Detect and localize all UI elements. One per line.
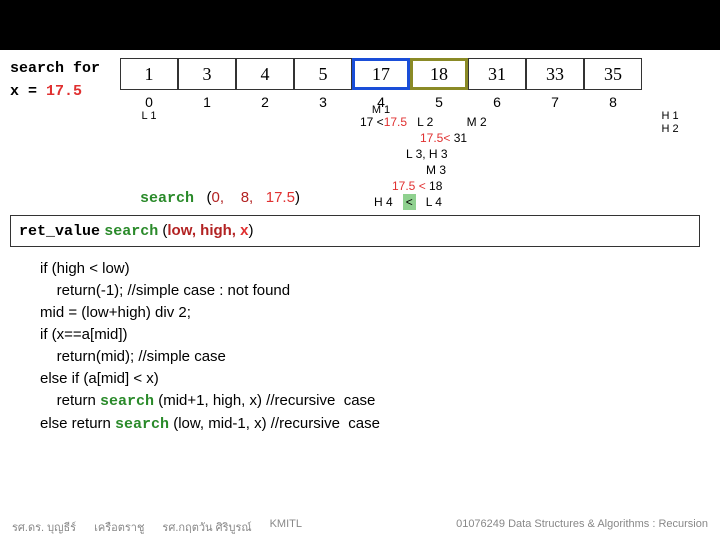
footer-b: เครือตราชู: [94, 518, 144, 536]
array-cell: 31: [468, 58, 526, 90]
cmp3-a: 17.5 <: [392, 179, 426, 193]
l3h3-label: L 3, H 3: [406, 147, 448, 161]
array-cell: 35: [584, 58, 642, 90]
code-l7a: return: [40, 392, 100, 409]
footer: รศ.ดร. บุญธีร์ เครือตราชู รศ.กฤตวัน ศิริ…: [0, 518, 720, 536]
search-for-label: search for: [10, 60, 110, 77]
h1-label: H 1: [640, 110, 700, 123]
m3-label: M 3: [426, 163, 446, 177]
search-for-block: search for x = 17.5: [10, 60, 110, 100]
code-l5: return(mid); //simple case: [40, 348, 226, 365]
l1-label: L 1: [120, 110, 178, 123]
code-l3: mid = (low+high) div 2;: [40, 304, 191, 321]
array-cell-highlight-blue: 17: [352, 58, 410, 90]
index: 6: [468, 94, 526, 110]
footer-e: 01076249 Data Structures & Algorithms : …: [456, 518, 708, 536]
ret-value-box: ret_value search (low, high, x): [10, 215, 700, 247]
comparison-lines: 17 <17.5 L 2 M 2 17.5< 31 L 3, H 3 M 3 1…: [360, 114, 590, 210]
code-l8a: else return: [40, 415, 115, 432]
array-cell-highlight-olive: 18: [410, 58, 468, 90]
code-block: if (high < low) return(-1); //simple cas…: [40, 258, 380, 436]
ret-high: high,: [200, 222, 236, 239]
cmp1-a: 17 <: [360, 115, 384, 129]
array-cell: 33: [526, 58, 584, 90]
arg-low: 0,: [212, 189, 225, 206]
footer-c: รศ.กฤตวัน ศิริบูรณ์: [162, 518, 251, 536]
array-cell: 3: [178, 58, 236, 90]
code-l2: return(-1); //simple case : not found: [40, 282, 290, 299]
cmp-line-3: 17.5 < 18: [360, 178, 590, 194]
index: 1: [178, 94, 236, 110]
ret-close: ): [249, 222, 254, 239]
arg-x: 17.5: [266, 189, 295, 206]
m3-line: M 3: [360, 162, 590, 178]
arg-high: 8,: [241, 189, 254, 206]
array-cell: 5: [294, 58, 352, 90]
top-black-bar: [0, 0, 720, 50]
ret-search-keyword: search: [104, 223, 158, 240]
x-value: 17.5: [46, 83, 82, 100]
ret-value-label: ret_value: [19, 223, 100, 240]
cmp-line-1: 17 <17.5 L 2 M 2: [360, 114, 590, 130]
index: 3: [294, 94, 352, 110]
code-l8b: (low, mid-1, x) //recursive case: [169, 415, 380, 432]
l4-label: L 4: [426, 195, 442, 209]
index: 5: [410, 94, 468, 110]
close-paren: ): [295, 189, 300, 206]
index: 7: [526, 94, 584, 110]
code-l8-kw: search: [115, 416, 169, 433]
array-cell: 4: [236, 58, 294, 90]
h4-label: H 4: [374, 195, 393, 209]
lt-highlight: <: [403, 194, 416, 210]
ret-low: low,: [167, 222, 196, 239]
ret-x: x: [240, 222, 248, 239]
footer-d: KMITL: [270, 518, 302, 536]
search-call-line: search (0, 8, 17.5): [140, 189, 300, 207]
cmp3-b: 18: [426, 179, 443, 193]
array-cell: 1: [120, 58, 178, 90]
index: 8: [584, 94, 642, 110]
code-l6: else if (a[mid] < x): [40, 370, 159, 387]
x-label: x: [10, 83, 19, 100]
equals: =: [19, 83, 46, 100]
footer-a: รศ.ดร. บุญธีร์: [12, 518, 76, 536]
l3h3-line: L 3, H 3: [360, 146, 590, 162]
h4-lt-l4-line: H 4 < L 4: [360, 194, 590, 210]
code-l7-kw: search: [100, 393, 154, 410]
index: 2: [236, 94, 294, 110]
search-keyword: search: [140, 190, 194, 207]
h2-label: H 2: [640, 123, 700, 136]
code-l4: if (x==a[mid]): [40, 326, 128, 343]
cmp2-a: 17.5<: [420, 131, 450, 145]
index: 0: [120, 94, 178, 110]
x-equals-line: x = 17.5: [10, 83, 110, 100]
code-l7b: (mid+1, high, x) //recursive case: [154, 392, 375, 409]
m2-label: M 2: [467, 115, 487, 129]
h1-h2-label: H 1 H 2: [640, 110, 700, 136]
array-row: 1 3 4 5 17 18 31 33 35: [120, 58, 642, 90]
cmp2-b: 31: [450, 131, 467, 145]
cmp1-b: 17.5: [384, 115, 407, 129]
l2-label: L 2: [417, 115, 433, 129]
cmp-line-2: 17.5< 31: [360, 130, 590, 146]
code-l1: if (high < low): [40, 260, 130, 277]
